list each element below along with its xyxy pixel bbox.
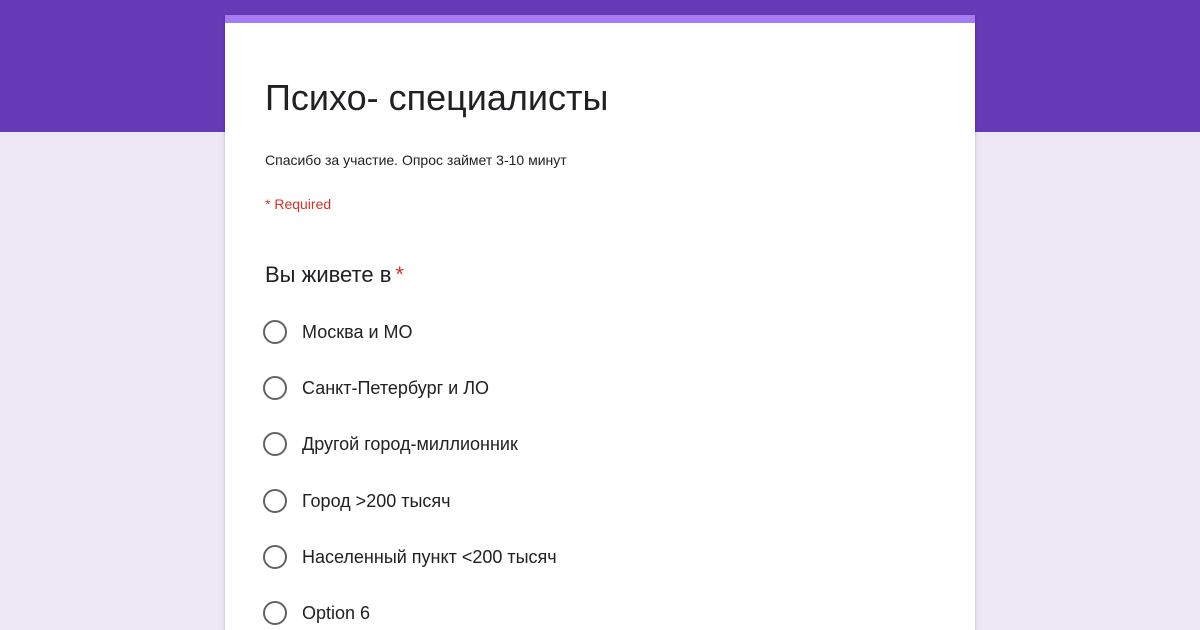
radio-button-icon[interactable]: [263, 544, 287, 569]
radio-button-icon[interactable]: [263, 432, 287, 457]
radio-option-moscow[interactable]: Москва и МО: [263, 304, 943, 360]
form-card: Психо- специалисты Спасибо за участие. О…: [225, 15, 975, 630]
radio-option-label: Option 6: [302, 603, 371, 624]
radio-button-icon[interactable]: [263, 601, 287, 626]
required-note: * Required: [265, 196, 332, 212]
form-title: Психо- специалисты: [265, 77, 609, 118]
radio-option-label: Москва и МО: [302, 322, 413, 343]
radio-option-label: Населенный пункт <200 тысяч: [302, 546, 557, 567]
radio-option-label: Другой город-миллионник: [302, 434, 518, 455]
radio-button-icon[interactable]: [263, 488, 287, 513]
radio-option-other-million-city[interactable]: Другой город-миллионник: [263, 416, 943, 472]
radio-option-label: Санкт-Петербург и ЛО: [302, 378, 490, 399]
radio-option-city-200k[interactable]: Город >200 тысяч: [263, 473, 943, 529]
radio-option-label: Город >200 тысяч: [302, 490, 451, 511]
radio-button-icon[interactable]: [263, 320, 287, 345]
question-title: Вы живете в *: [265, 261, 404, 289]
required-asterisk: *: [395, 262, 404, 287]
radio-button-icon[interactable]: [263, 376, 287, 401]
question-title-text: Вы живете в: [265, 262, 392, 287]
radio-option-spb[interactable]: Санкт-Петербург и ЛО: [263, 360, 943, 416]
radio-options-list: Москва и МО Санкт-Петербург и ЛО Другой …: [263, 304, 943, 630]
radio-option-settlement-under-200k[interactable]: Населенный пункт <200 тысяч: [263, 529, 943, 585]
radio-option-6[interactable]: Option 6: [263, 585, 943, 630]
form-description: Спасибо за участие. Опрос займет 3-10 ми…: [265, 152, 567, 168]
